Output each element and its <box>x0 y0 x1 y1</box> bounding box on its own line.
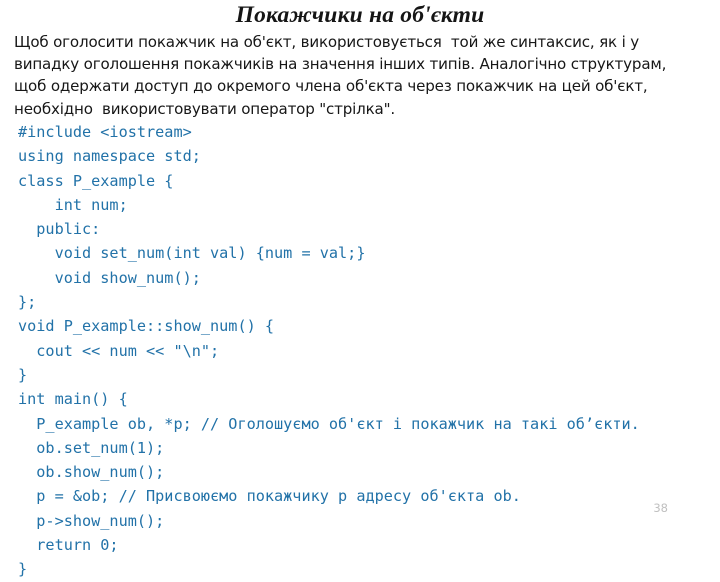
code-line: return 0; <box>18 536 119 555</box>
code-line: class P_example { <box>18 171 174 190</box>
body-line: Щоб оголосити покажчик на об'єкт, викори… <box>14 33 639 51</box>
code-line: p->show_num(); <box>18 511 165 530</box>
code-line: int num; <box>18 195 128 214</box>
body-line: необхідно використовувати оператор "стрі… <box>14 99 396 118</box>
code-line: }; <box>18 293 37 312</box>
page-title: Покажчики на об'єкти <box>235 2 485 28</box>
code-line: ob.set_num(1); <box>18 438 165 457</box>
body-line: щоб одержати доступ до окремого члена об… <box>14 77 648 96</box>
page-number: 38 <box>653 501 668 515</box>
code-line: ob.show_num(); <box>18 463 165 482</box>
code-listing: #include <iostream> using namespace std;… <box>18 120 718 582</box>
code-line: p = &ob; // Присвоюємо покажчику p адрес… <box>18 487 521 506</box>
code-line: #include <iostream> <box>18 123 192 141</box>
code-line: P_example ob, *p; // Оголошуємо об'єкт і… <box>18 414 640 433</box>
code-line: cout << num << "\n"; <box>18 341 220 360</box>
code-line: using namespace std; <box>18 147 201 166</box>
code-line: public: <box>18 220 101 239</box>
code-line: } <box>18 560 28 579</box>
code-line: void set_num(int val) {num = val;} <box>18 244 366 263</box>
body-paragraph: Щоб оголосити покажчик на об'єкт, викори… <box>14 31 714 120</box>
code-line: int main() { <box>18 390 128 409</box>
code-line: } <box>18 365 28 384</box>
code-line: void P_example::show_num() { <box>18 317 275 336</box>
slide-canvas: Покажчики на об'єкти Щоб оголосити покаж… <box>0 0 720 578</box>
body-line: випадку оголошення покажчиків на значенн… <box>14 55 667 74</box>
code-line: void show_num(); <box>18 268 201 287</box>
